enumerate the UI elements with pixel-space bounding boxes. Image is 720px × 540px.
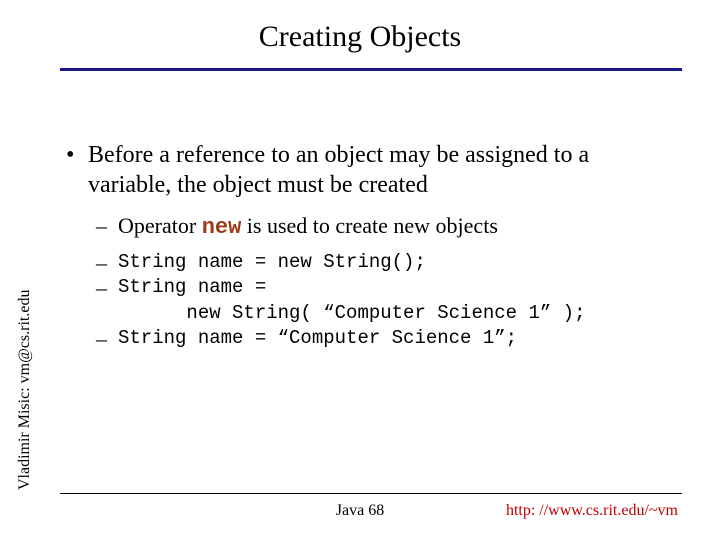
code-line-1: –String name = new String(); <box>118 250 672 276</box>
title-rule <box>60 68 682 71</box>
slide-title: Creating Objects <box>0 0 720 68</box>
content-area: • Before a reference to an object may be… <box>88 140 672 352</box>
bullet2-pre: Operator <box>118 213 202 238</box>
code-line-3: new String( “Computer Science 1” ); <box>118 301 672 327</box>
bullet-level1: • Before a reference to an object may be… <box>88 140 672 200</box>
bullet1-text: Before a reference to an object may be a… <box>88 142 589 198</box>
author-sidetext: Vladimir Misic: vm@cs.rit.edu <box>16 290 34 490</box>
code-text-4: String name = “Computer Science 1”; <box>118 327 517 349</box>
code-text-1: String name = new String(); <box>118 251 426 273</box>
code-block: –String name = new String(); –String nam… <box>118 250 672 353</box>
footer-rule <box>60 493 682 494</box>
code-dash: – <box>96 324 107 354</box>
keyword-new: new <box>202 215 242 240</box>
bullet-dash: – <box>96 212 107 240</box>
slide: Creating Objects • Before a reference to… <box>0 0 720 540</box>
code-text-2: String name = <box>118 276 266 298</box>
code-line-2: –String name = <box>118 275 672 301</box>
bullet2-post: is used to create new objects <box>241 213 498 238</box>
code-line-4: –String name = “Computer Science 1”; <box>118 326 672 352</box>
footer-url: http: //www.cs.rit.edu/~vm <box>506 502 678 520</box>
code-text-3: new String( “Computer Science 1” ); <box>118 302 585 324</box>
code-dash: – <box>96 273 107 303</box>
bullet-level2: – Operator new is used to create new obj… <box>118 212 672 242</box>
bullet-dot: • <box>66 140 74 170</box>
